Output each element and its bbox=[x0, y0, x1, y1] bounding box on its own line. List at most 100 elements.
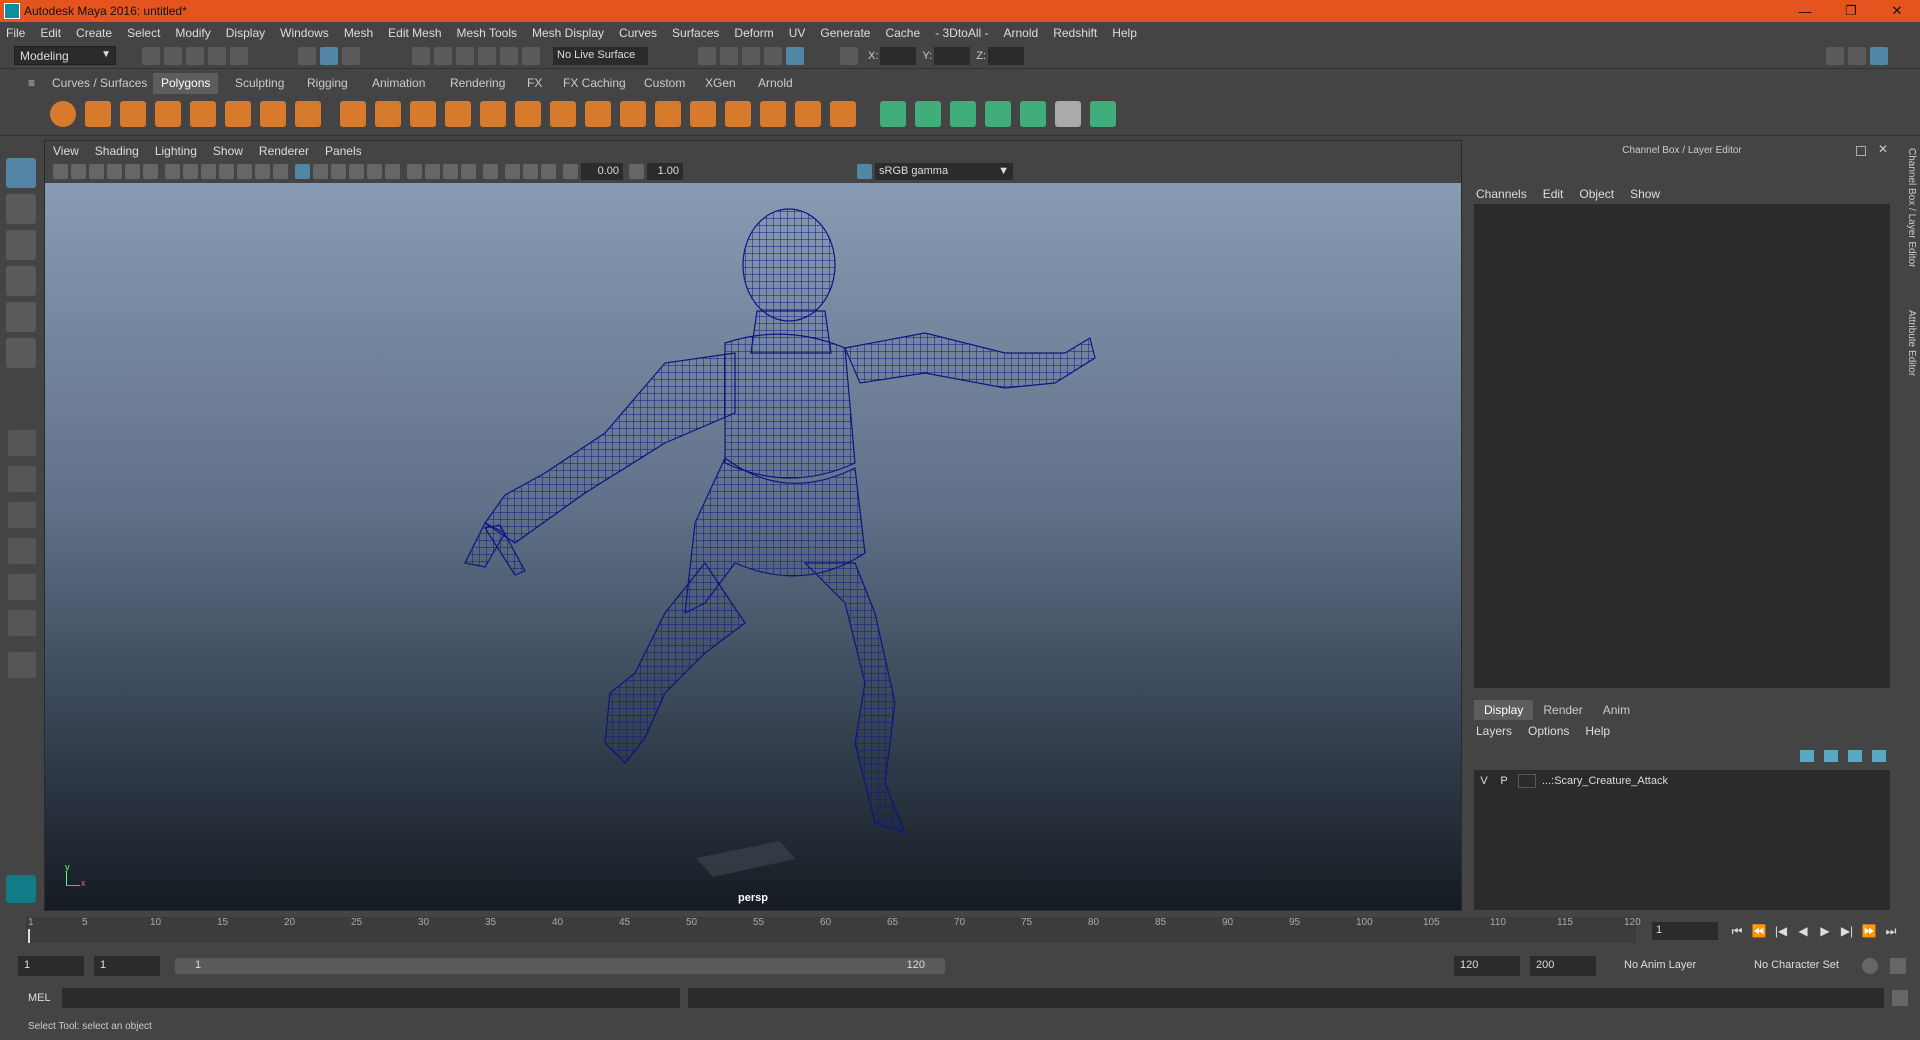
scale-tool-icon[interactable] bbox=[6, 338, 36, 368]
x-field[interactable] bbox=[880, 47, 917, 65]
menu-arnold[interactable]: Arnold bbox=[1004, 26, 1039, 40]
poly-pipe-icon[interactable] bbox=[295, 101, 321, 127]
separate-icon[interactable] bbox=[375, 101, 401, 127]
render-view-icon[interactable] bbox=[698, 47, 716, 65]
poly-cylinder-icon[interactable] bbox=[120, 101, 146, 127]
hypershade-icon[interactable] bbox=[786, 47, 804, 65]
range-bar[interactable]: 1 120 bbox=[175, 958, 945, 974]
menu-help[interactable]: Help bbox=[1112, 26, 1137, 40]
viewport-canvas[interactable]: y x persp bbox=[45, 183, 1461, 910]
xray-joints-icon[interactable] bbox=[523, 164, 538, 179]
shelf-tab-rigging[interactable]: Rigging bbox=[299, 73, 356, 94]
motion-blur-icon[interactable] bbox=[443, 164, 458, 179]
spherical-map-icon[interactable] bbox=[950, 101, 976, 127]
smooth-shade-icon[interactable] bbox=[313, 164, 328, 179]
layer-tab-render[interactable]: Render bbox=[1533, 700, 1592, 720]
anim-layer-select[interactable]: No Anim Layer bbox=[1618, 956, 1730, 976]
cylindrical-map-icon[interactable] bbox=[915, 101, 941, 127]
bookmarks-icon[interactable] bbox=[89, 164, 104, 179]
camera-attributes-icon[interactable] bbox=[71, 164, 86, 179]
shelf-tab-curves-surfaces[interactable]: Curves / Surfaces bbox=[44, 73, 155, 94]
unfold-icon[interactable] bbox=[1090, 101, 1116, 127]
single-perspective-layout-icon[interactable] bbox=[8, 430, 36, 456]
two-d-pan-zoom-icon[interactable] bbox=[125, 164, 140, 179]
shelf-tab-sculpting[interactable]: Sculpting bbox=[227, 73, 292, 94]
menu-uv[interactable]: UV bbox=[789, 26, 806, 40]
undo-icon[interactable] bbox=[208, 47, 226, 65]
auto-key-icon[interactable] bbox=[1862, 958, 1878, 974]
channel-menu-object[interactable]: Object bbox=[1579, 187, 1614, 201]
character-set-select[interactable]: No Character Set bbox=[1748, 956, 1860, 976]
image-plane-icon[interactable] bbox=[107, 164, 122, 179]
shelf-tab-fx[interactable]: FX bbox=[519, 73, 550, 94]
menu-mesh-tools[interactable]: Mesh Tools bbox=[457, 26, 517, 40]
use-all-lights-icon[interactable] bbox=[385, 164, 400, 179]
quad-draw-icon[interactable] bbox=[795, 101, 821, 127]
screen-space-ao-icon[interactable] bbox=[425, 164, 440, 179]
exposure-field[interactable]: 0.00 bbox=[581, 163, 623, 180]
isolate-select-icon[interactable] bbox=[483, 164, 498, 179]
xray-icon[interactable] bbox=[505, 164, 520, 179]
poly-pyramid-icon[interactable] bbox=[260, 101, 286, 127]
close-panel-icon[interactable]: ✕ bbox=[1878, 142, 1888, 156]
play-forward-icon[interactable]: ▶ bbox=[1818, 924, 1832, 938]
layer-tab-display[interactable]: Display bbox=[1474, 700, 1534, 720]
step-back-frame-icon[interactable]: |◀ bbox=[1774, 924, 1788, 938]
poly-cone-icon[interactable] bbox=[155, 101, 181, 127]
script-editor-icon[interactable] bbox=[1892, 990, 1908, 1006]
poly-sphere-icon[interactable] bbox=[50, 101, 76, 127]
move-layer-down-icon[interactable] bbox=[1824, 750, 1838, 762]
persp-outliner-graph-layout-icon[interactable] bbox=[8, 574, 36, 600]
layer-tab-anim[interactable]: Anim bbox=[1593, 700, 1640, 720]
layer-row[interactable]: V P ...:Scary_Creature_Attack bbox=[1474, 772, 1890, 790]
step-forward-frame-icon[interactable]: ▶| bbox=[1840, 924, 1854, 938]
creature-wireframe[interactable] bbox=[45, 183, 1461, 910]
command-language-label[interactable]: MEL bbox=[28, 992, 51, 1004]
extrude-icon[interactable] bbox=[515, 101, 541, 127]
snap-surface-icon[interactable] bbox=[500, 47, 518, 65]
merge-icon[interactable] bbox=[725, 101, 751, 127]
menu-3dtoall[interactable]: - 3DtoAll - bbox=[935, 26, 988, 40]
color-management-icon[interactable] bbox=[857, 164, 872, 179]
menu-modify[interactable]: Modify bbox=[175, 26, 210, 40]
gamma-field[interactable]: 1.00 bbox=[647, 163, 683, 180]
snap-point-icon[interactable] bbox=[456, 47, 474, 65]
modeling-toolkit-icon[interactable] bbox=[1826, 47, 1844, 65]
color-space-select[interactable]: sRGB gamma ▼ bbox=[875, 163, 1013, 180]
snap-live-icon[interactable] bbox=[522, 47, 540, 65]
new-scene-icon[interactable] bbox=[142, 47, 160, 65]
menu-file[interactable]: File bbox=[6, 26, 25, 40]
menu-deform[interactable]: Deform bbox=[734, 26, 773, 40]
select-tool-icon[interactable] bbox=[6, 158, 36, 188]
shelf-tab-polygons[interactable]: Polygons bbox=[153, 73, 219, 94]
playback-end-field[interactable]: 120 bbox=[1454, 956, 1520, 976]
maximize-button[interactable]: ❐ bbox=[1828, 0, 1874, 22]
save-scene-icon[interactable] bbox=[186, 47, 204, 65]
field-chart-icon[interactable] bbox=[237, 164, 252, 179]
grease-pencil-icon[interactable] bbox=[143, 164, 158, 179]
four-view-layout-icon[interactable] bbox=[8, 466, 36, 492]
mirror-icon[interactable] bbox=[410, 101, 436, 127]
animation-end-field[interactable]: 200 bbox=[1530, 956, 1596, 976]
snap-curve-icon[interactable] bbox=[434, 47, 452, 65]
reduce-icon[interactable] bbox=[480, 101, 506, 127]
layer-visibility-toggle[interactable]: V bbox=[1474, 775, 1494, 787]
select-object-icon[interactable] bbox=[320, 47, 338, 65]
move-layer-up-icon[interactable] bbox=[1800, 750, 1814, 762]
film-gate-icon[interactable] bbox=[183, 164, 198, 179]
bridge-icon[interactable] bbox=[550, 101, 576, 127]
wireframe-icon[interactable] bbox=[295, 164, 310, 179]
fill-hole-icon[interactable] bbox=[620, 101, 646, 127]
checker-icon[interactable] bbox=[1055, 101, 1081, 127]
target-weld-icon[interactable] bbox=[760, 101, 786, 127]
step-forward-key-icon[interactable]: ⏩ bbox=[1862, 924, 1877, 938]
persp-graph-layout-icon[interactable] bbox=[8, 538, 36, 564]
camera-select-icon[interactable] bbox=[53, 164, 68, 179]
bevel-icon[interactable] bbox=[585, 101, 611, 127]
combine-icon[interactable] bbox=[340, 101, 366, 127]
channel-box-area[interactable] bbox=[1474, 204, 1890, 688]
rotate-tool-icon[interactable] bbox=[6, 302, 36, 332]
new-layer-icon[interactable] bbox=[1848, 750, 1862, 762]
layer-menu-layers[interactable]: Layers bbox=[1476, 724, 1512, 738]
shelf-tab-custom[interactable]: Custom bbox=[636, 73, 693, 94]
